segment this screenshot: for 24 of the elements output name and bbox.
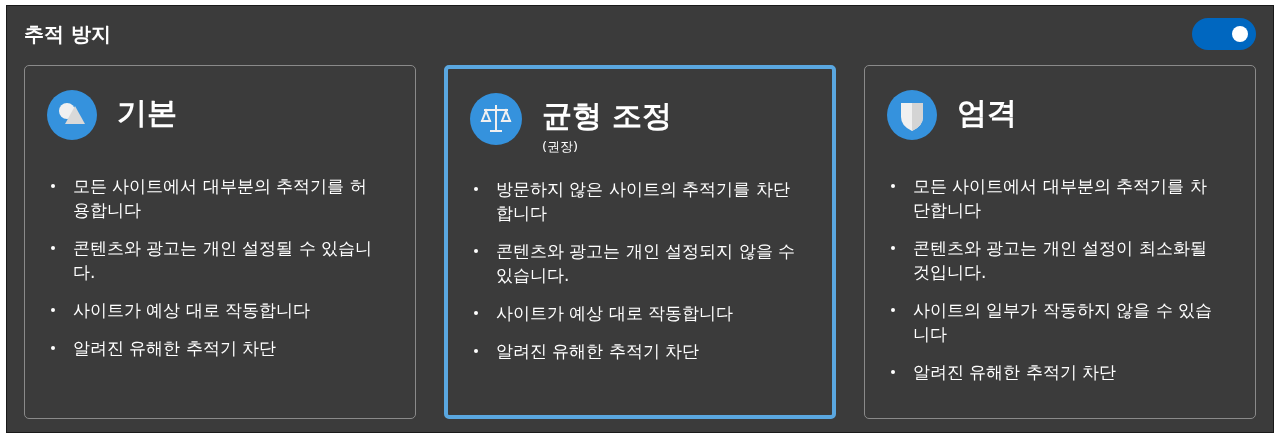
bullet-text: 알려진 유해한 추적기 차단 <box>496 340 701 363</box>
bullet-text: 콘텐츠와 광고는 개인 설정되지 않을 수 있습니다. <box>496 240 797 287</box>
mode-card[interactable]: 기본 모든 사이트에서 대부분의 추적기를 허용합니다 콘텐츠와 광고는 개인 설정될 수 있습니다. 사이트가 예상 대로 작동합니다 알려진 유해한 추적기 차단 <box>24 65 416 419</box>
bullet-text: 콘텐츠와 광고는 개인 설정될 수 있습니다. <box>73 237 374 284</box>
bullet-text: 모든 사이트에서 대부분의 추적기를 차단합니다 <box>913 175 1208 222</box>
bullet-text: 콘텐츠와 광고는 개인 설정이 최소화될 것입니다. <box>913 237 1208 284</box>
shapes-icon <box>47 90 97 140</box>
bullet-text: 알려진 유해한 추적기 차단 <box>913 361 1118 384</box>
shield-icon <box>887 90 937 140</box>
card-title: 엄격 <box>957 94 1017 132</box>
bullet-text: 모든 사이트에서 대부분의 추적기를 허용합니다 <box>73 175 368 222</box>
bullet-text: 사이트의 일부가 작동하지 않을 수 있습니다 <box>913 299 1214 346</box>
bullet-text: 방문하지 않은 사이트의 추적기를 차단합니다 <box>496 178 791 225</box>
card-title: 기본 <box>117 94 177 132</box>
mode-card[interactable]: 엄격 모든 사이트에서 대부분의 추적기를 차단합니다 콘텐츠와 광고는 개인 설정이 최소화될 것입니다. 사이트의 일부가 작동하지 않을 수 있습니다 알려진 유해한 추적기 차단 <box>864 65 1256 419</box>
toggle-switch[interactable] <box>1192 18 1256 50</box>
bullet-text: 사이트가 예상 대로 작동합니다 <box>73 299 312 322</box>
bullet-text: 알려진 유해한 추적기 차단 <box>73 337 278 360</box>
card-title: 균형 조정 <box>542 97 673 135</box>
mode-card[interactable]: 균형 조정 (권장) 방문하지 않은 사이트의 추적기를 차단합니다 콘텐츠와 광고는 개인 설정되지 않을 수 있습니다. 사이트가 예상 대로 작동합니다 알려진 유해한 추적기 차단 <box>444 65 836 419</box>
card-subtitle: (권장) <box>542 139 580 155</box>
scale-icon <box>470 93 522 145</box>
section-title: 추적 방지 <box>24 21 111 48</box>
bullet-text: 사이트가 예상 대로 작동합니다 <box>496 302 735 325</box>
